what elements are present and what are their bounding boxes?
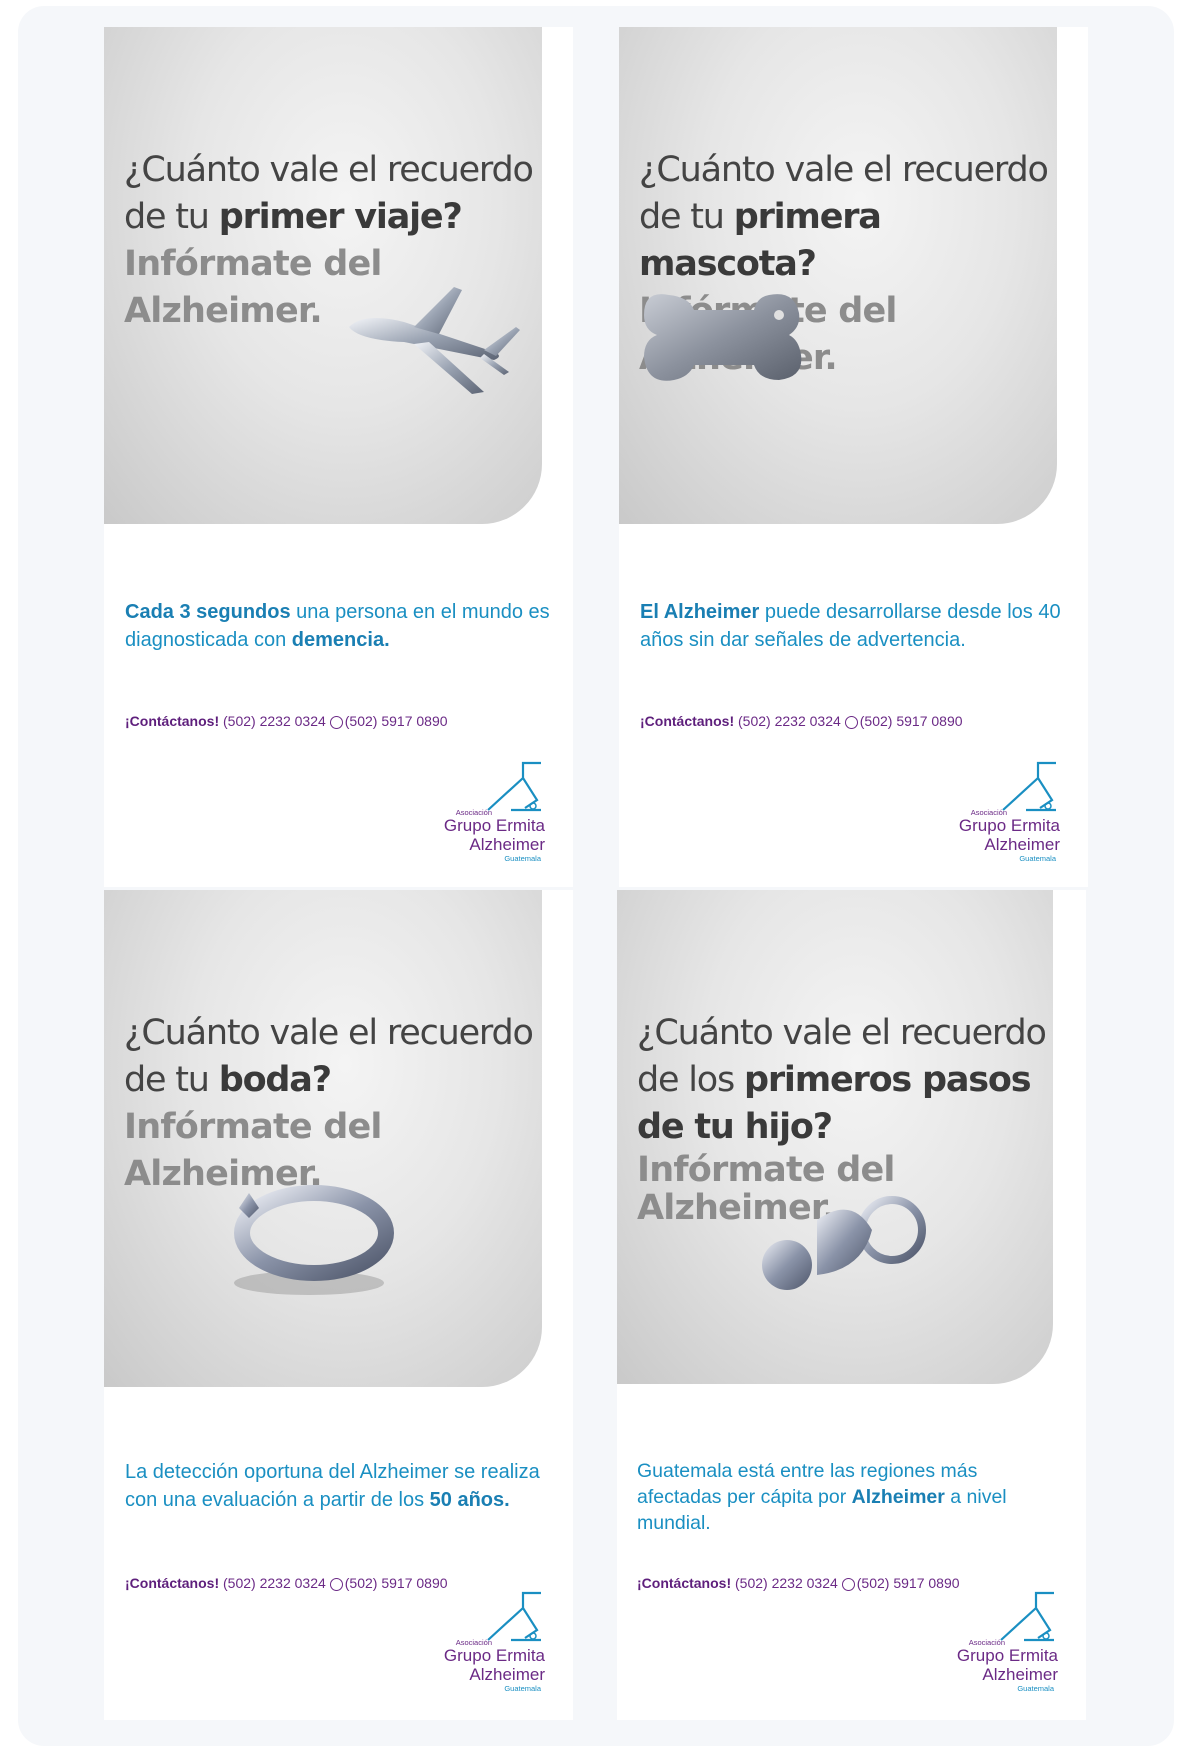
phone-number[interactable]: (502) 2232 0324 bbox=[219, 1575, 326, 1591]
contact-line: ¡Contáctanos! (502) 2232 0324 (502) 5917 … bbox=[125, 713, 448, 729]
pacifier-icon bbox=[762, 1196, 926, 1290]
headline-mid: de tu bbox=[639, 197, 734, 237]
fact-bold-2: demencia. bbox=[291, 629, 390, 651]
headline-question: ¿Cuánto vale el recuerdo bbox=[639, 150, 1049, 190]
whatsapp-number[interactable]: (502) 5917 0890 bbox=[345, 713, 448, 729]
contact-label: ¡Contáctanos! bbox=[637, 1575, 732, 1591]
headline-mid: de tu bbox=[124, 1060, 219, 1100]
headline-mid: de los bbox=[637, 1060, 744, 1100]
logo-line-2: Grupo Ermita bbox=[956, 1646, 1058, 1665]
fact-text: Cada 3 segundos una persona en el mundo … bbox=[125, 598, 555, 654]
whatsapp-icon bbox=[844, 716, 858, 729]
ad-card-first-steps[interactable]: ¿Cuánto vale el recuerdo de los primeros… bbox=[617, 890, 1086, 1720]
logo-mark-icon bbox=[487, 1591, 541, 1642]
headline-mid: de tu bbox=[124, 197, 219, 237]
ring-icon bbox=[234, 1185, 394, 1295]
phone-number[interactable]: (502) 2232 0324 bbox=[734, 713, 841, 729]
headline-bold-line2: de tu hijo? bbox=[637, 1107, 833, 1147]
hero-image: ¿Cuánto vale el recuerdo de tu primera m… bbox=[619, 27, 1057, 524]
logo-mark-icon bbox=[1000, 1591, 1054, 1642]
logo-mark-icon bbox=[487, 761, 541, 812]
contact-label: ¡Contáctanos! bbox=[125, 1575, 220, 1591]
logo-line-2: Grupo Ermita bbox=[443, 1646, 545, 1665]
logo-line-2: Grupo Ermita bbox=[958, 816, 1060, 835]
fact-text: El Alzheimer puede desarrollarse desde l… bbox=[640, 598, 1070, 654]
hero-image: ¿Cuánto vale el recuerdo de tu boda? Inf… bbox=[104, 890, 542, 1387]
logo-line-4: Guatemala bbox=[504, 1684, 541, 1693]
contact-line: ¡Contáctanos! (502) 2232 0324 (502) 5917 … bbox=[637, 1575, 960, 1591]
brand-logo: Asociación Grupo Ermita Alzheimer Guatem… bbox=[425, 760, 545, 870]
hero-image: ¿Cuánto vale el recuerdo de tu primer vi… bbox=[104, 27, 542, 524]
phone-number[interactable]: (502) 2232 0324 bbox=[731, 1575, 838, 1591]
hero-image: ¿Cuánto vale el recuerdo de los primeros… bbox=[617, 890, 1053, 1384]
airplane-icon bbox=[349, 287, 520, 394]
fact-bold-1: El Alzheimer bbox=[640, 601, 760, 623]
logo-line-4: Guatemala bbox=[1017, 1684, 1054, 1693]
logo-line-3: Alzheimer bbox=[469, 1665, 545, 1684]
ad-card-pet[interactable]: ¿Cuánto vale el recuerdo de tu primera m… bbox=[619, 27, 1088, 887]
whatsapp-number[interactable]: (502) 5917 0890 bbox=[857, 1575, 960, 1591]
headline-question: ¿Cuánto vale el recuerdo bbox=[637, 1013, 1047, 1053]
whatsapp-icon bbox=[329, 716, 343, 729]
contact-label: ¡Contáctanos! bbox=[640, 713, 735, 729]
fact-text: Guatemala está entre las regiones más af… bbox=[637, 1458, 1067, 1536]
logo-line-2: Grupo Ermita bbox=[443, 816, 545, 835]
logo-line-3: Alzheimer bbox=[469, 835, 545, 854]
brand-logo: Asociación Grupo Ermita Alzheimer Guatem… bbox=[940, 760, 1060, 870]
ad-card-wedding[interactable]: ¿Cuánto vale el recuerdo de tu boda? Inf… bbox=[104, 890, 573, 1720]
logo-line-3: Alzheimer bbox=[984, 835, 1060, 854]
phone-number[interactable]: (502) 2232 0324 bbox=[219, 713, 326, 729]
brand-logo: Asociación Grupo Ermita Alzheimer Guatem… bbox=[425, 1590, 545, 1700]
fact-bold-1: Cada 3 segundos bbox=[125, 601, 291, 623]
whatsapp-number[interactable]: (502) 5917 0890 bbox=[345, 1575, 448, 1591]
bone-tag-icon bbox=[644, 294, 802, 381]
headline-bold: primer viaje? bbox=[218, 197, 463, 237]
logo-mark-icon bbox=[1002, 761, 1056, 812]
fact-text: La detección oportuna del Alzheimer se r… bbox=[125, 1458, 555, 1514]
brand-logo: Asociación Grupo Ermita Alzheimer Guatem… bbox=[938, 1590, 1058, 1700]
logo-line-4: Guatemala bbox=[1019, 854, 1056, 863]
whatsapp-icon bbox=[841, 1578, 855, 1591]
fact-bold-2: Alzheimer bbox=[851, 1486, 945, 1508]
headline-question: ¿Cuánto vale el recuerdo bbox=[124, 150, 534, 190]
headline-bold: primeros pasos bbox=[743, 1060, 1032, 1100]
contact-line: ¡Contáctanos! (502) 2232 0324 (502) 5917 … bbox=[640, 713, 963, 729]
headline-bold: boda? bbox=[218, 1060, 332, 1100]
headline-question: ¿Cuánto vale el recuerdo bbox=[124, 1013, 534, 1053]
contact-label: ¡Contáctanos! bbox=[125, 713, 220, 729]
logo-line-3: Alzheimer bbox=[982, 1665, 1058, 1684]
whatsapp-icon bbox=[329, 1578, 343, 1591]
fact-bold-2: 50 años. bbox=[429, 1489, 510, 1511]
ad-card-travel[interactable]: ¿Cuánto vale el recuerdo de tu primer vi… bbox=[104, 27, 573, 887]
contact-line: ¡Contáctanos! (502) 2232 0324 (502) 5917 … bbox=[125, 1575, 448, 1591]
whatsapp-number[interactable]: (502) 5917 0890 bbox=[860, 713, 963, 729]
logo-line-4: Guatemala bbox=[504, 854, 541, 863]
